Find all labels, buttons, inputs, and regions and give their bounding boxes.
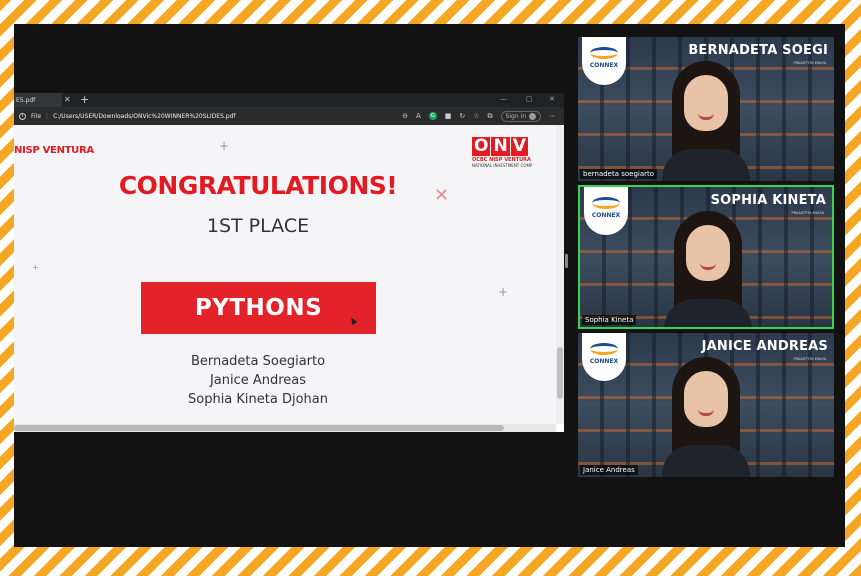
refresh-icon[interactable]: ↻ [459,112,465,120]
nisp-ventura-logo: NISP VENTURA [14,145,94,156]
sign-in-label: Sign in [505,112,526,120]
connex-logo-text: CONNEX [589,62,619,69]
onv-tagline: NATIONAL INVESTMENT COMP [472,163,533,168]
horizontal-scrollbar[interactable] [14,424,556,432]
more-options-icon[interactable]: ⋯ [549,112,556,120]
zoom-icon[interactable]: ⊖ [402,112,408,120]
sign-in-button[interactable]: Sign in [500,110,541,122]
participant-name-tag: Janice Andreas [580,465,638,475]
connex-logo: CONNEX [582,37,626,85]
connex-logo: CONNEX [582,333,626,381]
onv-logo: O N V OCBC NISP VENTURA NATIONAL INVESTM… [472,137,548,168]
vertical-scrollbar[interactable] [556,125,564,424]
participant-banner: JANICE ANDREAS [701,339,828,354]
connex-swoosh-icon [592,197,620,209]
participant-video [662,357,750,477]
new-tab-icon[interactable]: + [80,93,89,107]
address-separator: | [46,112,49,120]
maximize-icon[interactable]: ▢ [526,95,533,103]
browser-tab[interactable]: ES.pdf [14,93,62,107]
congratulations-heading: CONGRATULATIONS! [118,171,398,200]
participant-video [664,211,752,327]
address-bar: i File | C:/Users/USER/Downloads/ONVic%2… [14,107,564,125]
participant-video-tile[interactable]: CONNEX JANICE ANDREAS PRAASTYTA MULYA Ja… [578,333,834,477]
scrollbar-thumb[interactable] [14,425,504,431]
split-resize-handle[interactable] [565,254,568,268]
participant-video-tile-active-speaker[interactable]: CONNEX SOPHIA KINETA PRAASTYTA MULYA Sop… [578,185,834,329]
favorites-icon[interactable]: ☆ [473,112,479,120]
plus-decoration-icon: + [32,263,39,272]
minimize-icon[interactable]: — [500,95,507,103]
prasetiya-mulya-logo: PRAASTYTA MULYA [793,357,826,361]
collections-icon[interactable]: ⧉ [488,112,493,121]
participant-banner: SOPHIA KINETA [710,193,826,208]
browser-tab-bar: ES.pdf ✕ + — ▢ ✕ [14,93,564,107]
read-aloud-icon[interactable]: A [416,112,421,120]
pdf-slide: NISP VENTURA O N V OCBC NISP VENTURA NAT… [14,125,556,424]
avatar [529,112,536,120]
connex-swoosh-icon [590,343,618,355]
team-member-name: Janice Andreas [209,373,307,388]
connex-swoosh-icon [590,47,618,59]
tab-close-icon[interactable]: ✕ [64,95,71,104]
onv-letter: V [510,136,528,156]
participant-name-tag: bernadeta soegiarto [580,169,658,179]
team-name-banner: PYTHONS [141,282,376,334]
participant-banner: BERNADETA SOEGI [688,43,828,58]
scrollbar-thumb[interactable] [557,347,563,399]
toolbar-icons: ⊖ A G ■ ↻ ☆ ⧉ Sign in ⋯ [402,107,564,125]
onv-letter: O [472,136,491,156]
tab-title: ES.pdf [16,97,36,104]
plus-decoration-icon: + [219,139,230,153]
info-icon[interactable]: i [19,112,26,120]
connex-logo: CONNEX [584,187,628,235]
extension-icon[interactable]: ■ [445,112,452,120]
connex-logo-text: CONNEX [589,358,619,365]
shared-screen-browser: ES.pdf ✕ + — ▢ ✕ i File | C:/Users/USER/… [14,93,564,432]
url-field[interactable]: C:/Users/USER/Downloads/ONVic%20WINNER%2… [53,113,235,120]
prasetiya-mulya-logo: PRAASTYTA MULYA [791,211,824,215]
team-member-name: Sophia Kineta Djohan [188,392,328,407]
participant-video-tile[interactable]: CONNEX BERNADETA SOEGI PRAASTYTA MULYA b… [578,37,834,181]
plus-decoration-icon: + [498,285,509,299]
close-window-icon[interactable]: ✕ [549,95,555,103]
grammarly-extension-icon[interactable]: G [428,112,437,120]
file-label: File [31,112,42,120]
team-member-name: Bernadeta Soegiarto [190,354,326,369]
prasetiya-mulya-logo: PRAASTYTA MULYA [793,61,826,65]
participant-name-tag: Sophia Kineta [582,315,637,325]
connex-logo-text: CONNEX [591,212,621,219]
participant-video [662,61,750,181]
onv-letter: N [491,136,510,156]
place-label: 1ST PLACE [206,215,310,237]
